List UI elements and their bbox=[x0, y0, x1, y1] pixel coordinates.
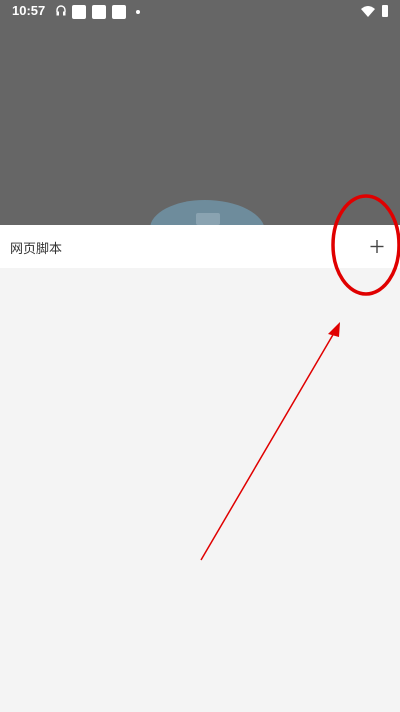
background-illustration-mark bbox=[196, 213, 220, 225]
notification-square-icon bbox=[92, 5, 106, 19]
add-button[interactable] bbox=[363, 232, 391, 260]
wifi-icon bbox=[361, 6, 375, 17]
notification-square-icon bbox=[72, 5, 86, 19]
page-title: 网页脚本 bbox=[10, 242, 63, 257]
battery-icon bbox=[382, 5, 388, 17]
status-time: 10:57 bbox=[12, 3, 46, 18]
pointer-arrow-line bbox=[200, 332, 335, 561]
dot-icon bbox=[136, 10, 140, 14]
notification-square-icon bbox=[112, 5, 126, 19]
plus-icon bbox=[370, 240, 384, 253]
script-header: 网页脚本 bbox=[0, 225, 400, 268]
dimmed-overlay bbox=[0, 0, 400, 225]
status-bar: 10:57 bbox=[0, 0, 400, 24]
headset-icon bbox=[56, 5, 66, 16]
pointer-arrow-head bbox=[328, 322, 340, 337]
